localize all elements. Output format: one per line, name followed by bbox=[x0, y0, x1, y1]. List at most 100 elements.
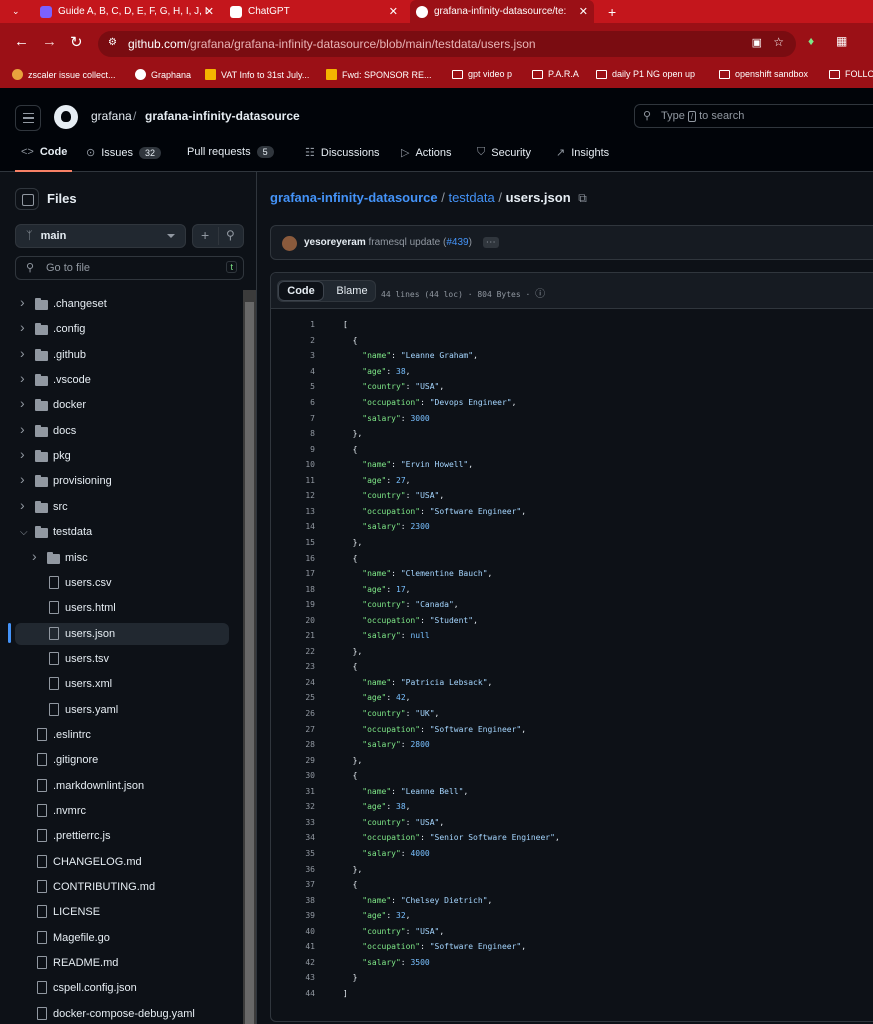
line-number[interactable]: 23 bbox=[305, 662, 315, 671]
chevron-right-icon[interactable]: › bbox=[20, 319, 25, 335]
line-number[interactable]: 14 bbox=[305, 522, 315, 531]
commit-author[interactable]: yesoreyeram bbox=[304, 237, 366, 248]
tab-code[interactable]: <> Code bbox=[21, 146, 67, 158]
line-number[interactable]: 12 bbox=[305, 491, 315, 500]
browser-tab-guide[interactable]: Guide A, B, C, D, E, F, G, H, I, J, I ✕ bbox=[34, 0, 220, 23]
tab-pull-requests[interactable]: ⹽ Pull requests 5 bbox=[181, 146, 274, 158]
reader-icon[interactable]: ▦ bbox=[836, 34, 847, 48]
line-number[interactable]: 22 bbox=[305, 647, 315, 656]
repo-owner-link[interactable]: grafana bbox=[91, 109, 132, 123]
line-number[interactable]: 15 bbox=[305, 538, 315, 547]
tree-file[interactable]: docker-compose-debug.yaml bbox=[15, 1003, 229, 1024]
breadcrumb-folder-link[interactable]: testdata bbox=[448, 190, 494, 205]
bookmark-folder[interactable]: FOLLO bbox=[829, 69, 873, 79]
code-view-button[interactable]: Code bbox=[278, 281, 324, 301]
line-number[interactable]: 31 bbox=[305, 787, 315, 796]
tree-folder[interactable]: ⌵ testdata bbox=[15, 521, 229, 543]
bookmark-item[interactable]: Fwd: SPONSOR RE... bbox=[326, 69, 432, 80]
line-number[interactable]: 9 bbox=[310, 445, 315, 454]
browser-tab-chatgpt[interactable]: ChatGPT ✕ bbox=[224, 0, 404, 23]
copy-path-icon[interactable]: ⧉ bbox=[578, 191, 587, 205]
line-number[interactable]: 35 bbox=[305, 849, 315, 858]
shield-info-icon[interactable]: ⓘ bbox=[535, 289, 545, 300]
search-icon[interactable]: ⚲ bbox=[226, 228, 235, 242]
collapse-sidebar-icon[interactable] bbox=[15, 188, 39, 210]
tree-folder[interactable]: › misc bbox=[15, 547, 229, 569]
tab-discussions[interactable]: ☷ Discussions bbox=[305, 146, 380, 159]
line-number[interactable]: 11 bbox=[305, 476, 315, 485]
tree-file[interactable]: CHANGELOG.md bbox=[15, 851, 229, 873]
chevron-right-icon[interactable]: › bbox=[20, 446, 25, 462]
back-icon[interactable]: ← bbox=[14, 33, 29, 50]
line-number[interactable]: 27 bbox=[305, 725, 315, 734]
close-tab-icon[interactable]: ✕ bbox=[205, 5, 214, 18]
line-number[interactable]: 13 bbox=[305, 507, 315, 516]
line-number[interactable]: 41 bbox=[305, 942, 315, 951]
hamburger-menu-button[interactable] bbox=[15, 105, 41, 131]
tree-file[interactable]: .markdownlint.json bbox=[15, 775, 229, 797]
line-number[interactable]: 26 bbox=[305, 709, 315, 718]
tree-file[interactable]: users.json bbox=[15, 623, 229, 645]
bookmark-item[interactable]: zscaler issue collect... bbox=[12, 69, 116, 80]
line-number[interactable]: 3 bbox=[310, 351, 315, 360]
bookmark-folder[interactable]: daily P1 NG open up bbox=[596, 69, 695, 79]
line-number[interactable]: 1 bbox=[310, 320, 315, 329]
tree-folder[interactable]: › .config bbox=[15, 318, 229, 340]
tree-file[interactable]: LICENSE bbox=[15, 901, 229, 923]
bookmark-item[interactable]: VAT Info to 31st July... bbox=[205, 69, 309, 80]
line-number[interactable]: 43 bbox=[305, 973, 315, 982]
avatar[interactable] bbox=[282, 236, 297, 251]
plus-icon[interactable]: + bbox=[201, 227, 209, 243]
extension-icon[interactable]: ♦ bbox=[808, 34, 814, 48]
line-number[interactable]: 6 bbox=[310, 398, 315, 407]
chevron-right-icon[interactable]: › bbox=[20, 471, 25, 487]
line-number[interactable]: 24 bbox=[305, 678, 315, 687]
line-number[interactable]: 29 bbox=[305, 756, 315, 765]
tree-file[interactable]: README.md bbox=[15, 952, 229, 974]
tree-file[interactable]: CONTRIBUTING.md bbox=[15, 876, 229, 898]
breadcrumb-repo-link[interactable]: grafana-infinity-datasource bbox=[270, 190, 438, 205]
tree-file[interactable]: .gitignore bbox=[15, 749, 229, 771]
tab-issues[interactable]: ⊙ Issues 32 bbox=[86, 146, 161, 159]
sidebar-scroll-thumb[interactable] bbox=[245, 302, 254, 1024]
line-number[interactable]: 8 bbox=[310, 429, 315, 438]
tree-folder[interactable]: › src bbox=[15, 496, 229, 518]
commit-message[interactable]: framesql update ( bbox=[369, 237, 447, 248]
tree-folder[interactable]: › docker bbox=[15, 394, 229, 416]
line-number[interactable]: 21 bbox=[305, 631, 315, 640]
chevron-down-icon[interactable]: ⌵ bbox=[20, 527, 28, 538]
tree-file[interactable]: .eslintrc bbox=[15, 724, 229, 746]
tree-folder[interactable]: › pkg bbox=[15, 445, 229, 467]
close-tab-icon[interactable]: ✕ bbox=[389, 5, 398, 18]
line-number[interactable]: 40 bbox=[305, 927, 315, 936]
browser-tab-github[interactable]: grafana-infinity-datasource/te: ✕ bbox=[410, 0, 594, 23]
repo-name-link[interactable]: grafana-infinity-datasource bbox=[145, 109, 300, 123]
chevron-right-icon[interactable]: › bbox=[20, 345, 25, 361]
bookmark-folder[interactable]: gpt video p bbox=[452, 69, 512, 79]
branch-selector[interactable]: ᛉ main bbox=[15, 224, 186, 248]
chevron-right-icon[interactable]: › bbox=[32, 548, 37, 564]
tab-insights[interactable]: ↗ Insights bbox=[556, 146, 609, 159]
reload-icon[interactable]: ↻ bbox=[70, 33, 83, 51]
tree-file[interactable]: Magefile.go bbox=[15, 927, 229, 949]
bookmark-item[interactable]: Graphana bbox=[135, 69, 191, 80]
tree-file[interactable]: users.xml bbox=[15, 673, 229, 695]
tree-file[interactable]: .prettierrc.js bbox=[15, 825, 229, 847]
line-number[interactable]: 36 bbox=[305, 865, 315, 874]
line-number[interactable]: 39 bbox=[305, 911, 315, 920]
bookmark-folder[interactable]: openshift sandbox bbox=[719, 69, 808, 79]
close-tab-icon[interactable]: ✕ bbox=[579, 5, 588, 18]
line-number[interactable]: 20 bbox=[305, 616, 315, 625]
chevron-right-icon[interactable]: › bbox=[20, 421, 25, 437]
chevron-right-icon[interactable]: › bbox=[20, 395, 25, 411]
github-logo-icon[interactable] bbox=[54, 105, 78, 129]
tree-folder[interactable]: › .vscode bbox=[15, 369, 229, 391]
line-number[interactable]: 32 bbox=[305, 802, 315, 811]
line-number[interactable]: 4 bbox=[310, 367, 315, 376]
line-number[interactable]: 10 bbox=[305, 460, 315, 469]
site-info-icon[interactable]: ⚙ bbox=[108, 37, 117, 48]
bookmark-folder[interactable]: P.A.R.A bbox=[532, 69, 579, 79]
line-number[interactable]: 19 bbox=[305, 600, 315, 609]
expand-commit-icon[interactable]: ⋯ bbox=[483, 237, 499, 248]
search-input[interactable]: ⚲ Type / to search bbox=[634, 104, 873, 128]
